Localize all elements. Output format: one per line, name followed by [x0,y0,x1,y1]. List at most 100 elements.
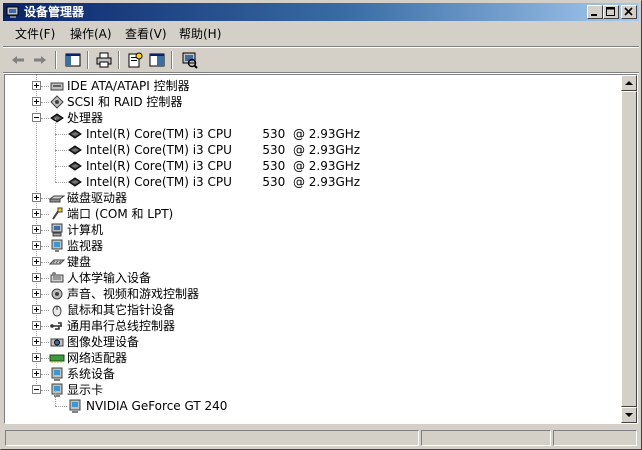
system-device-icon [51,367,63,381]
menu-bar: 文件(F) 操作(A) 查看(V) 帮助(H) [3,23,639,45]
collapse-toggle[interactable] [32,385,41,394]
keyboard-icon [49,259,65,265]
tree-category[interactable]: 声音、视频和游戏控制器 [5,286,605,302]
menu-view[interactable]: 查看(V) [125,27,167,41]
processor-icon [50,113,64,123]
display-adapter-icon [69,399,81,413]
scsi-controller-icon [50,95,64,109]
device-label: Intel(R) Core(TM) i3 CPU 530 @ 2.93GHz [86,127,361,141]
scan-hardware-changes-icon[interactable] [180,51,198,69]
arrow-down-icon [625,413,633,417]
close-button[interactable] [621,5,637,19]
window-title: 设备管理器 [24,5,85,19]
category-label: 计算机 [67,223,104,237]
scroll-down-button[interactable] [621,407,637,423]
computer-icon [51,223,63,237]
category-label: SCSI 和 RAID 控制器 [67,95,183,109]
category-label: 系统设备 [67,367,116,381]
expand-toggle[interactable] [32,193,41,202]
processor-icon [68,177,82,187]
help-pane-icon[interactable] [148,51,166,69]
device-manager-window: 设备管理器 文件(F) 操作(A) 查看(V) 帮助(H) IDE ATA/AT… [0,0,642,450]
device-manager-icon [6,6,19,18]
maximize-icon [606,7,615,16]
category-label: IDE ATA/ATAPI 控制器 [67,79,190,93]
tree-category[interactable]: 端口 (COM 和 LPT) [5,206,605,222]
expand-toggle[interactable] [32,305,41,314]
device-label: Intel(R) Core(TM) i3 CPU 530 @ 2.93GHz [86,143,361,157]
expand-toggle[interactable] [32,337,41,346]
title-bar[interactable]: 设备管理器 [3,3,639,21]
status-pane-middle [421,430,551,446]
monitor-icon [51,239,63,252]
tree-device[interactable]: Intel(R) Core(TM) i3 CPU 530 @ 2.93GHz [5,118,605,142]
maximize-button[interactable] [603,5,619,19]
tree-category[interactable]: SCSI 和 RAID 控制器 [5,94,605,110]
category-label: 通用串行总线控制器 [67,319,176,333]
category-label: 人体学输入设备 [67,271,152,285]
imaging-device-icon [50,338,64,347]
status-bar [3,428,639,447]
menu-help[interactable]: 帮助(H) [179,27,221,41]
tree-device[interactable]: Intel(R) Core(TM) i3 CPU 530 @ 2.93GHz [5,134,605,158]
scroll-up-button[interactable] [621,75,637,91]
collapse-toggle[interactable] [32,113,41,122]
expand-toggle[interactable] [32,209,41,218]
device-label: Intel(R) Core(TM) i3 CPU 530 @ 2.93GHz [86,175,361,189]
tree-category[interactable]: 鼠标和其它指针设备 [5,302,605,318]
category-label: 处理器 [67,111,104,125]
expand-toggle[interactable] [32,273,41,282]
tree-category[interactable]: 显示卡 [5,382,605,398]
tree-category[interactable]: 人体学输入设备 [5,270,605,286]
expand-toggle[interactable] [32,241,41,250]
tree-category[interactable]: 磁盘驱动器 [5,190,605,206]
processor-icon [68,161,82,171]
close-icon [624,7,633,16]
tree-category[interactable]: 处理器 [5,110,605,126]
network-adapter-icon [49,354,65,363]
menu-action[interactable]: 操作(A) [70,27,112,41]
port-icon [52,207,63,220]
tree-category[interactable]: 监视器 [5,238,605,254]
back-arrow-icon[interactable] [9,51,27,69]
category-label: 图像处理设备 [67,335,140,349]
tree-device[interactable]: Intel(R) Core(TM) i3 CPU 530 @ 2.93GHz [5,166,605,190]
minimize-button[interactable] [587,5,603,19]
device-tree: IDE ATA/ATAPI 控制器 SCSI 和 RAID 控制器 处理器 Intel… [5,75,621,423]
ide-controller-icon [50,82,64,91]
expand-toggle[interactable] [32,353,41,362]
expand-toggle[interactable] [32,81,41,90]
device-tree-panel: IDE ATA/ATAPI 控制器 SCSI 和 RAID 控制器 处理器 Intel… [4,74,638,424]
hid-icon [50,272,64,283]
tree-category[interactable]: 键盘 [5,254,605,270]
properties-icon[interactable] [126,51,144,69]
category-label: 键盘 [67,255,92,269]
toolbar [3,48,639,72]
expand-toggle[interactable] [32,257,41,266]
processor-icon [68,129,82,139]
tree-device[interactable]: NVIDIA GeForce GT 240 [5,390,605,414]
forward-arrow-icon[interactable] [31,51,49,69]
tree-category[interactable]: 计算机 [5,222,605,238]
tree-device[interactable]: Intel(R) Core(TM) i3 CPU 530 @ 2.93GHz [5,150,605,174]
category-label: 磁盘驱动器 [67,191,128,205]
tree-category[interactable]: IDE ATA/ATAPI 控制器 [5,78,605,94]
tree-category[interactable]: 系统设备 [5,366,605,382]
category-label: 网络适配器 [67,351,128,365]
expand-toggle[interactable] [32,369,41,378]
tree-category[interactable]: 通用串行总线控制器 [5,318,605,334]
menu-file[interactable]: 文件(F) [15,27,55,41]
show-hide-console-tree-icon[interactable] [64,51,82,69]
arrow-up-icon [625,81,633,85]
mouse-icon [52,305,62,317]
scroll-thumb[interactable] [621,91,637,407]
print-icon[interactable] [95,51,113,69]
expand-toggle[interactable] [32,97,41,106]
tree-category[interactable]: 网络适配器 [5,350,605,366]
category-label: 监视器 [67,239,104,253]
tree-category[interactable]: 图像处理设备 [5,334,605,350]
expand-toggle[interactable] [32,289,41,298]
vertical-scrollbar[interactable] [621,75,637,423]
expand-toggle[interactable] [32,321,41,330]
expand-toggle[interactable] [32,225,41,234]
